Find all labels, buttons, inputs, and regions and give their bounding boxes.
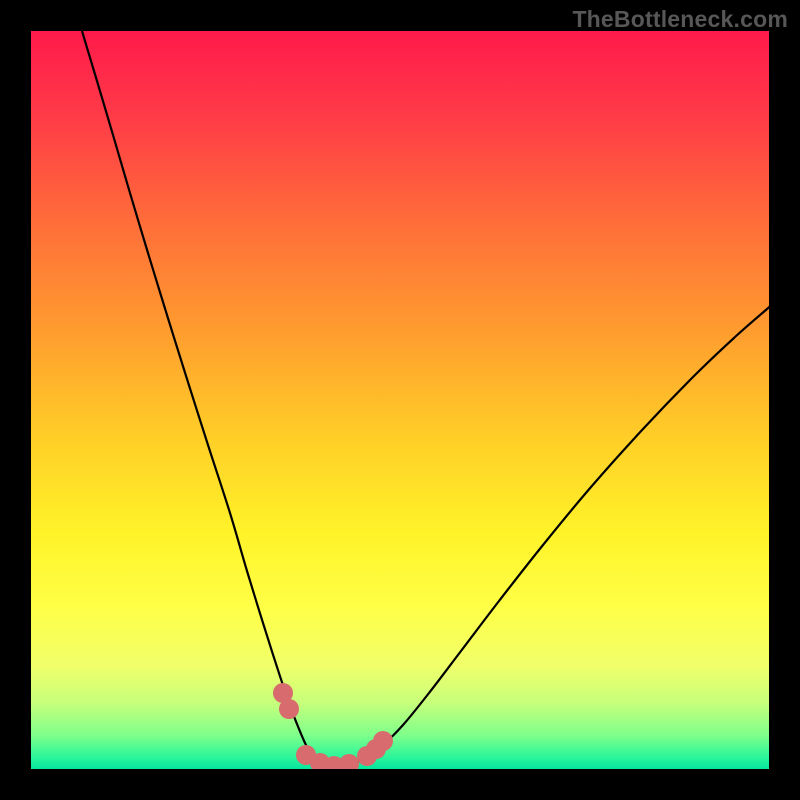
watermark-text: TheBottleneck.com — [572, 6, 788, 33]
chart-frame: TheBottleneck.com — [0, 0, 800, 800]
plot-area — [31, 31, 769, 769]
marker-dot — [373, 731, 393, 751]
marker-dot — [279, 699, 299, 719]
chart-svg — [31, 31, 769, 769]
gradient-background — [31, 31, 769, 769]
